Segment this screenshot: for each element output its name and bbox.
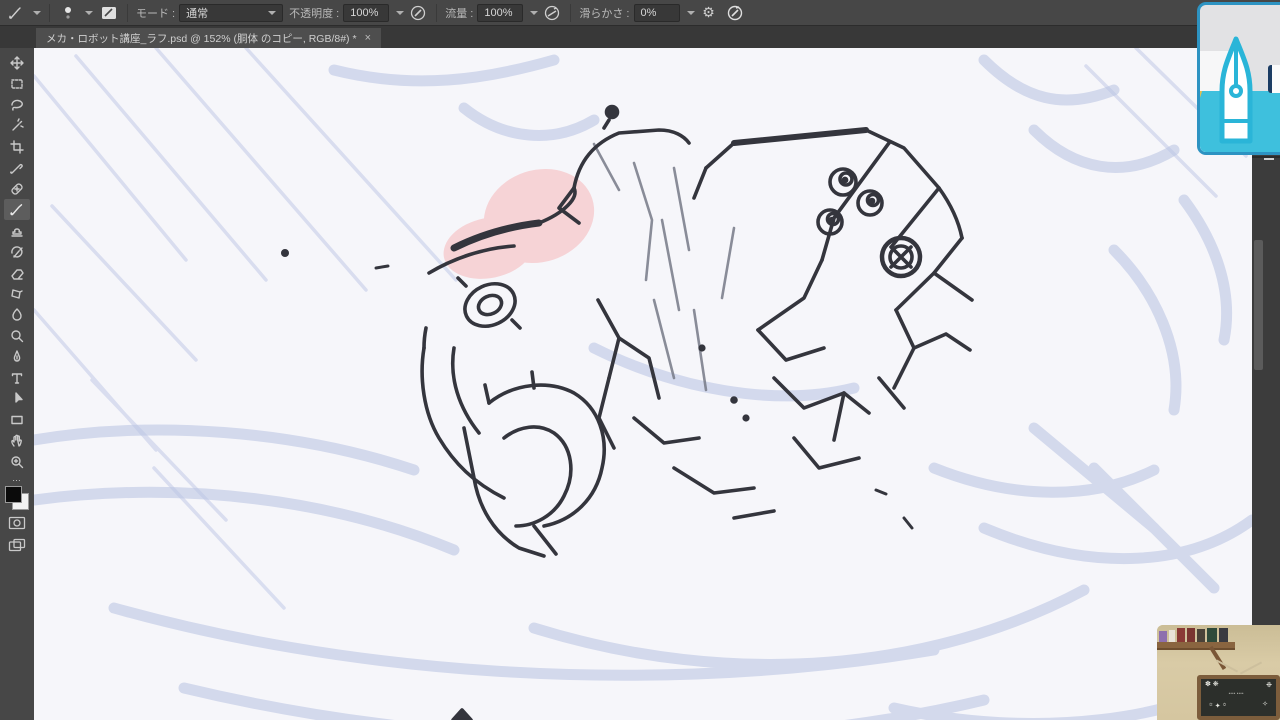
webcam-overlay: ❧ ✽ ❋ ❉ ᠁᠁ ꙳ ✦ ꙳ ✧	[1157, 625, 1280, 720]
flow-label: 流量 :	[445, 5, 473, 21]
tool-path-select[interactable]	[4, 388, 30, 409]
chevron-down-icon[interactable]	[687, 11, 695, 15]
blend-mode-value: 通常	[186, 5, 265, 21]
opacity-input[interactable]: 100%	[343, 4, 389, 22]
mode-label: モード :	[136, 5, 175, 21]
tool-crop[interactable]	[4, 136, 30, 157]
brush-tool-icon	[6, 3, 26, 23]
tool-spot-healing[interactable]	[4, 178, 30, 199]
tool-hand[interactable]	[4, 430, 30, 451]
tool-quick-select[interactable]	[4, 115, 30, 136]
tool-eyedropper[interactable]	[4, 157, 30, 178]
flow-value: 100%	[484, 7, 516, 19]
smoothing-label: 滑らかさ :	[579, 5, 629, 21]
options-bar: モード : 通常 不透明度 : 100% 流量 : 100%	[0, 0, 1280, 26]
logo-card	[1268, 65, 1280, 93]
opacity-label: 不透明度 :	[289, 5, 339, 21]
photoshop-window: モード : 通常 不透明度 : 100% 流量 : 100%	[0, 0, 1280, 720]
airbrush-icon[interactable]	[542, 3, 562, 23]
tool-clone-stamp[interactable]	[4, 220, 30, 241]
foreground-color-swatch[interactable]	[5, 486, 22, 503]
stream-logo-overlay	[1197, 2, 1280, 155]
blend-mode-select[interactable]: 通常	[179, 4, 283, 22]
brush-tip-icon	[58, 3, 78, 23]
tool-dodge[interactable]	[4, 325, 30, 346]
collapse-panel-icon[interactable]	[1264, 158, 1274, 160]
tool-type[interactable]	[4, 367, 30, 388]
vertical-scrollbar[interactable]	[1254, 240, 1263, 370]
mecha-sketch	[34, 48, 1252, 720]
toolbar-overflow[interactable]: …	[12, 474, 22, 482]
chevron-down-icon[interactable]	[396, 11, 404, 15]
shelf-items	[1159, 627, 1229, 643]
tool-marquee[interactable]	[4, 73, 30, 94]
tools-panel: …	[0, 48, 34, 720]
document-tab-bar: メカ・ロボット講座_ラフ.psd @ 152% (胴体 のコピー, RGB/8#…	[0, 26, 1280, 48]
chevron-down-icon	[268, 11, 276, 15]
document-title: メカ・ロボット講座_ラフ.psd @ 152% (胴体 のコピー, RGB/8#…	[46, 31, 357, 46]
document-tab[interactable]: メカ・ロボット講座_ラフ.psd @ 152% (胴体 のコピー, RGB/8#…	[36, 28, 381, 48]
tool-shape[interactable]	[4, 409, 30, 430]
close-tab-icon[interactable]: ×	[365, 32, 371, 44]
pen-nib-icon	[1214, 33, 1258, 155]
tool-preset-picker[interactable]	[6, 3, 41, 23]
tool-gradient[interactable]	[4, 283, 30, 304]
wooden-shelf	[1157, 642, 1235, 650]
toggle-brush-settings-icon[interactable]	[99, 3, 119, 23]
chevron-down-icon	[85, 11, 93, 15]
tool-smudge[interactable]	[4, 304, 30, 325]
opacity-value: 100%	[350, 7, 382, 19]
chevron-down-icon	[33, 11, 41, 15]
smoothing-value: 0%	[641, 7, 673, 19]
pressure-opacity-icon[interactable]	[408, 3, 428, 23]
screen-mode-icon[interactable]	[8, 538, 26, 552]
tool-brush[interactable]	[4, 199, 30, 220]
chalkboard: ✽ ❋ ❉ ᠁᠁ ꙳ ✦ ꙳ ✧	[1197, 675, 1280, 720]
tool-move[interactable]	[4, 52, 30, 73]
smoothing-options-gear-icon[interactable]: ⚙	[699, 3, 719, 23]
pressure-size-icon[interactable]	[725, 3, 745, 23]
tool-eraser[interactable]	[4, 262, 30, 283]
color-swatches[interactable]	[5, 486, 29, 510]
brush-preset-picker[interactable]	[58, 3, 93, 23]
canvas-viewport[interactable]	[34, 48, 1252, 720]
tool-history-brush[interactable]	[4, 241, 30, 262]
smoothing-input[interactable]: 0%	[634, 4, 680, 22]
tool-zoom[interactable]	[4, 451, 30, 472]
chevron-down-icon[interactable]	[530, 11, 538, 15]
flow-input[interactable]: 100%	[477, 4, 523, 22]
tool-pen[interactable]	[4, 346, 30, 367]
quick-mask-icon[interactable]	[8, 516, 26, 530]
tool-lasso[interactable]	[4, 94, 30, 115]
